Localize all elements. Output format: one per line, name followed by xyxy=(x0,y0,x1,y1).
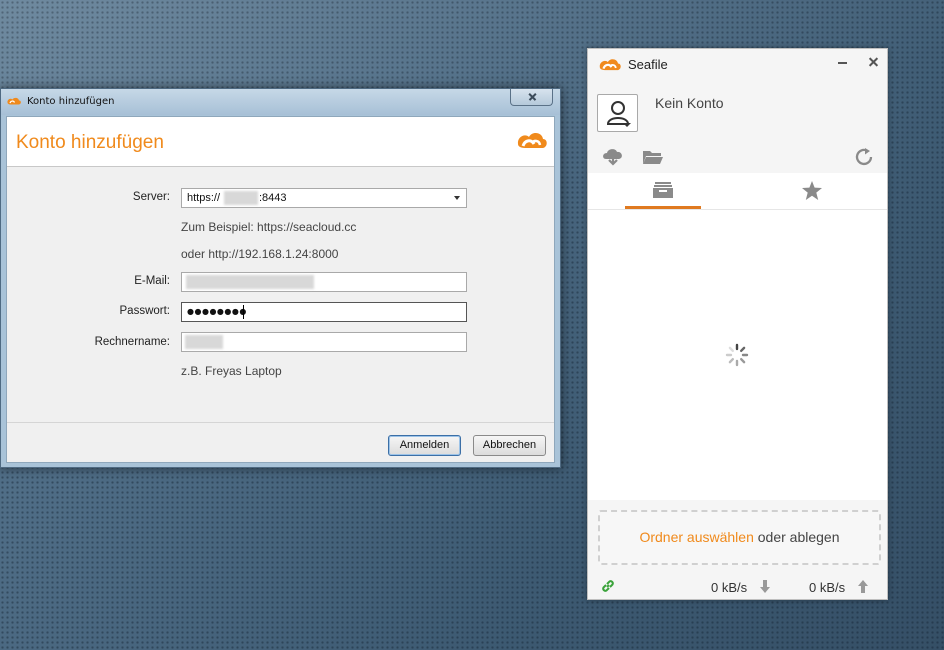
seafile-logo-icon xyxy=(517,133,547,148)
dialog-titlebar[interactable]: Konto hinzufügen xyxy=(1,89,560,115)
dialog-close-button[interactable] xyxy=(510,89,553,106)
upload-rate: 0 kB/s xyxy=(809,580,846,595)
server-port: :8443 xyxy=(259,192,287,204)
divider xyxy=(7,422,554,423)
cloud-download-icon[interactable] xyxy=(602,146,624,166)
minimize-icon[interactable] xyxy=(838,62,847,64)
link-icon[interactable] xyxy=(600,578,616,594)
tab-starred[interactable] xyxy=(738,173,888,209)
drop-hint: oder ablegen xyxy=(753,529,840,545)
dialog-header: Konto hinzufügen xyxy=(7,117,554,167)
redacted-email xyxy=(186,275,314,289)
computer-name-field[interactable] xyxy=(181,332,467,352)
redacted-host xyxy=(224,191,258,205)
server-label: Server: xyxy=(132,191,170,203)
server-hint-alt: oder http://192.168.1.24:8000 xyxy=(181,247,339,261)
arrow-down-icon xyxy=(760,580,770,593)
dialog-heading: Konto hinzufügen xyxy=(16,132,164,153)
active-tab-indicator xyxy=(625,206,701,209)
chevron-down-icon[interactable] xyxy=(454,196,460,200)
server-prefix: https:// xyxy=(187,192,221,204)
login-button[interactable]: Anmelden xyxy=(388,435,461,456)
server-combobox[interactable]: https:// :8443 xyxy=(181,188,467,208)
refresh-icon[interactable] xyxy=(854,147,876,167)
choose-folder-link[interactable]: Ordner auswählen xyxy=(639,529,753,545)
dialog-body: Konto hinzufügen Server: https:// :8443 … xyxy=(6,116,555,463)
star-icon xyxy=(802,181,822,200)
folder-drop-area[interactable]: Ordner auswählen oder ablegen xyxy=(598,510,881,565)
dialog-title: Konto hinzufügen xyxy=(27,96,115,107)
loading-spinner-icon xyxy=(725,343,749,367)
window-title: Seafile xyxy=(628,57,668,72)
seafile-logo-icon xyxy=(599,59,621,71)
seafile-window: Seafile Kein Konto Ordner auswählen oder… xyxy=(587,48,888,600)
password-field[interactable]: ●●●●●●●● xyxy=(181,302,467,322)
computer-name-hint: z.B. Freyas Laptop xyxy=(181,364,282,378)
avatar[interactable] xyxy=(597,94,638,132)
seafile-logo-icon xyxy=(7,97,21,105)
library-list xyxy=(588,210,887,500)
cancel-button[interactable]: Abbrechen xyxy=(473,435,546,456)
email-label: E-Mail: xyxy=(134,275,170,287)
inbox-icon xyxy=(653,182,673,198)
text-cursor xyxy=(243,305,244,319)
user-icon xyxy=(606,101,631,127)
download-rate: 0 kB/s xyxy=(711,580,748,595)
arrow-up-icon xyxy=(858,580,868,593)
password-mask: ●●●●●●●● xyxy=(187,307,247,316)
account-name: Kein Konto xyxy=(655,95,724,111)
server-hint-example: Zum Beispiel: https://seacloud.cc xyxy=(181,220,357,234)
computer-name-label: Rechnername: xyxy=(94,336,170,348)
redacted-computer-name xyxy=(185,335,223,349)
tab-libraries[interactable] xyxy=(588,173,738,209)
close-icon[interactable] xyxy=(868,56,879,67)
add-account-dialog: Konto hinzufügen Konto hinzufügen Server… xyxy=(0,88,561,468)
folder-icon[interactable] xyxy=(642,147,664,167)
password-label: Passwort: xyxy=(119,305,171,317)
email-field[interactable] xyxy=(181,272,467,292)
tab-bar xyxy=(588,173,887,210)
